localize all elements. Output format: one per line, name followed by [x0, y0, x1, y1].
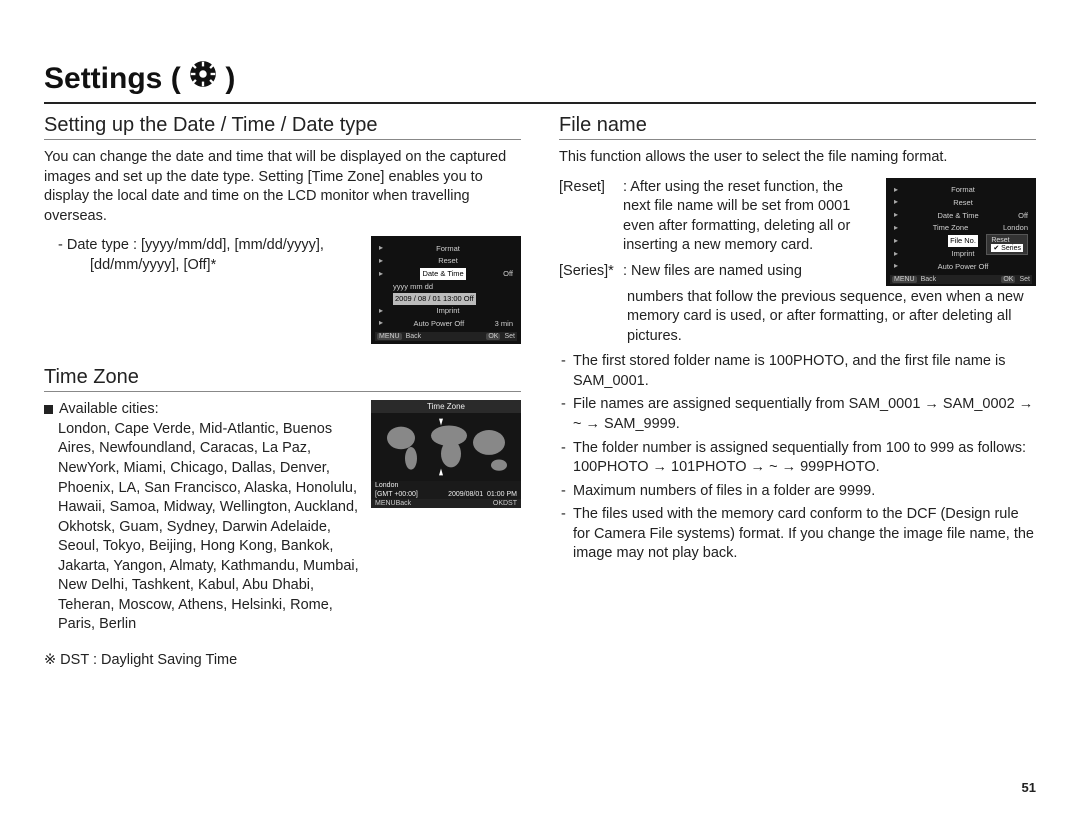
- date-input-value: 2009 / 08 / 01 13:00 Off: [393, 293, 476, 305]
- submenu-series-selected: ✔ Series: [991, 244, 1023, 252]
- footer-dst: DST: [503, 500, 517, 507]
- lcd-screenshot-timezone: Time Zone: [371, 400, 521, 508]
- reset-term-row: [Reset] : After using the reset function…: [559, 178, 874, 256]
- filename-intro: This function allows the user to select …: [559, 148, 1036, 168]
- paren-open: (: [171, 62, 181, 95]
- title-rule: [44, 102, 1036, 104]
- lcd-screenshot-file: ▸Format ▸Reset ▸Date & TimeOff ▸Time Zon…: [886, 178, 1036, 286]
- file-notes-list: The first stored folder name is 100PHOTO…: [559, 352, 1036, 564]
- page-title: Settings ( ): [44, 60, 235, 96]
- footer-back: Back: [406, 333, 422, 340]
- section-title-date: Setting up the Date / Time / Date type: [44, 114, 521, 137]
- menu-badge: MENU: [377, 333, 402, 340]
- title-text: Settings: [44, 62, 162, 95]
- right-column: File name This function allows the user …: [559, 114, 1036, 671]
- date-type-line2: [dd/mm/yyyy], [Off]*: [44, 256, 359, 276]
- tz-city: London: [375, 482, 398, 489]
- two-columns: Setting up the Date / Time / Date type Y…: [44, 114, 1036, 671]
- paren-close: ): [225, 62, 235, 95]
- file-note: The first stored folder name is 100PHOTO…: [559, 352, 1036, 391]
- reset-term: [Reset]: [559, 178, 617, 198]
- cities-label: Available cities:: [59, 401, 159, 417]
- footer-set: Set: [1019, 276, 1030, 283]
- date-type-text: - Date type : [yyyy/mm/dd], [mm/dd/yyyy]…: [44, 236, 359, 275]
- page-number: 51: [1022, 780, 1036, 795]
- cities-list: London, Cape Verde, Mid-Atlantic, Buenos…: [44, 420, 359, 635]
- menu-item: Imprint: [952, 248, 975, 260]
- lcd-menu: ▸Format ▸Reset ▸Date & TimeOff yyyy mm d…: [379, 242, 513, 330]
- date-input-label: yyyy mm dd: [393, 281, 433, 293]
- left-column: Setting up the Date / Time / Date type Y…: [44, 114, 521, 671]
- tz-date: 2009/08/01: [448, 491, 483, 498]
- tz-text: Available cities: London, Cape Verde, Mi…: [44, 400, 359, 635]
- arrow-right-icon: ▸: [894, 184, 898, 197]
- footer-set: Set: [504, 333, 515, 340]
- menu-item: Imprint: [437, 305, 460, 317]
- menu-item-selected: Date & Time: [420, 268, 465, 280]
- tz-time: 01:00 PM: [487, 491, 517, 498]
- filename-row: [Reset] : After using the reset function…: [559, 178, 1036, 286]
- date-intro: You can change the date and time that wi…: [44, 148, 521, 226]
- submenu-reset: Reset: [991, 237, 1023, 244]
- lcd-footer: MENU Back OK Set: [375, 332, 517, 341]
- series-body-b: numbers that follow the previous sequenc…: [559, 288, 1036, 347]
- page-title-row: Settings ( ): [44, 60, 1036, 96]
- file-note: File names are assigned sequentially fro…: [559, 395, 1036, 434]
- tz-header: Time Zone: [371, 400, 521, 413]
- tz-info-row: London: [371, 481, 521, 490]
- lcd-footer: MENUBack OKDST: [371, 499, 521, 508]
- ok-badge: OK: [486, 333, 500, 340]
- reset-body: : After using the reset function, the ne…: [623, 178, 874, 256]
- tz-gmt: [GMT +00:00]: [375, 491, 418, 498]
- lcd-screenshot-date: ▸Format ▸Reset ▸Date & TimeOff yyyy mm d…: [371, 236, 521, 344]
- ok-badge: OK: [493, 500, 503, 507]
- filename-terms: [Reset] : After using the reset function…: [559, 178, 874, 282]
- section-title-filename: File name: [559, 114, 1036, 137]
- dst-footnote: ※ DST : Daylight Saving Time: [44, 651, 521, 671]
- date-type-row: - Date type : [yyyy/mm/dd], [mm/dd/yyyy]…: [44, 236, 521, 344]
- menu-badge: MENU: [375, 500, 396, 507]
- series-body: : New files are named using: [623, 262, 874, 282]
- section-rule: [44, 139, 521, 140]
- submenu-series-label: Series: [1001, 245, 1021, 252]
- series-term: [Series]*: [559, 262, 617, 282]
- gear-icon: [189, 60, 217, 88]
- ok-badge: OK: [1001, 276, 1015, 283]
- world-map-icon: [371, 413, 521, 481]
- series-body-a: : New files are named using: [623, 263, 802, 279]
- menu-value: Off: [503, 268, 513, 280]
- lcd-footer: MENU Back OK Set: [890, 275, 1032, 284]
- file-note: Maximum numbers of files in a folder are…: [559, 482, 1036, 502]
- menu-item: Format: [436, 243, 460, 255]
- section-rule: [44, 391, 521, 392]
- menu-item: Reset: [438, 255, 458, 267]
- tz-row: Available cities: London, Cape Verde, Mi…: [44, 400, 521, 635]
- menu-item: Auto Power Off: [938, 261, 989, 273]
- section-title-tz: Time Zone: [44, 366, 521, 389]
- series-term-row: [Series]* : New files are named using: [559, 262, 874, 282]
- manual-page: Settings ( ) Setting up the Date / Time …: [0, 0, 1080, 815]
- menu-badge: MENU: [892, 276, 917, 283]
- menu-item-selected: File No.: [948, 235, 978, 247]
- footer-back: Back: [396, 500, 412, 507]
- section-rule: [559, 139, 1036, 140]
- menu-item: Auto Power Off: [413, 318, 464, 330]
- file-note: The folder number is assigned sequential…: [559, 439, 1036, 478]
- lcd-menu: ▸Format ▸Reset ▸Date & TimeOff ▸Time Zon…: [894, 184, 1028, 274]
- menu-item: Format: [951, 184, 975, 196]
- menu-value: 3 min: [495, 318, 513, 330]
- date-type-line1: - Date type : [yyyy/mm/dd], [mm/dd/yyyy]…: [44, 236, 359, 256]
- file-note: The files used with the memory card conf…: [559, 505, 1036, 564]
- square-bullet-icon: [44, 405, 53, 414]
- file-submenu: Reset ✔ Series: [986, 234, 1028, 255]
- menu-value: London: [1003, 222, 1028, 234]
- menu-item: Date & Time: [937, 210, 978, 222]
- menu-value: Off: [1018, 210, 1028, 222]
- arrow-right-icon: ▸: [379, 242, 383, 255]
- menu-item: Reset: [953, 197, 973, 209]
- tz-info-row2: [GMT +00:00] 2009/08/01 01:00 PM: [371, 490, 521, 499]
- menu-item: Time Zone: [933, 222, 969, 234]
- footer-back: Back: [921, 276, 937, 283]
